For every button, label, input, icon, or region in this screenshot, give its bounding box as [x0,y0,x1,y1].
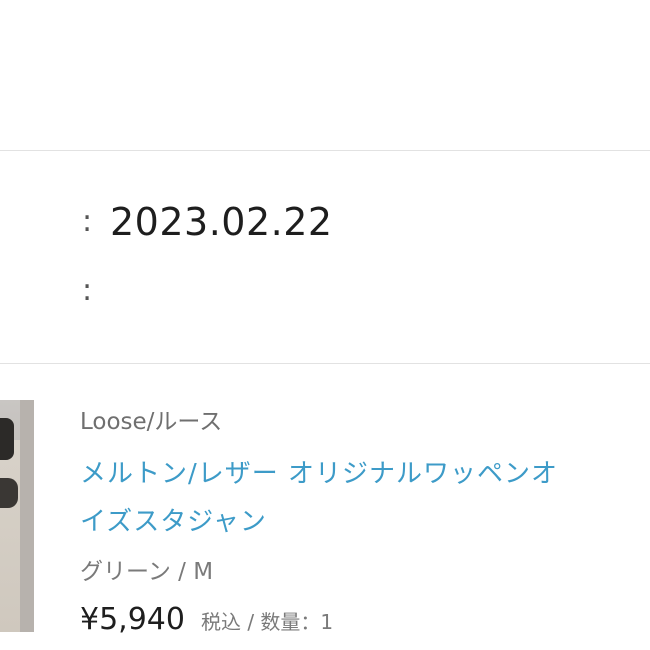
jacket-edge [20,400,34,632]
jacket-dark-patch [0,478,18,508]
product-variant: グリーン / M [80,559,214,585]
top-blank-area [0,0,650,150]
order-info-row: : [82,270,110,312]
order-info-colon: : [82,273,93,308]
price-tax-quantity: 税込 / 数量：1 [200,610,334,634]
product-title-link[interactable]: メルトン/レザー オリジナルワッペンオ [80,453,558,490]
price-row: ¥5,940 税込 / 数量：1 [80,602,333,637]
product-thumbnail[interactable] [0,400,34,632]
jacket-body-shape [0,440,20,632]
product-title-link[interactable]: イズスタジャン [80,501,267,538]
jacket-dark-patch [0,418,14,460]
product-brand: Loose/ルース [80,409,223,435]
order-date-row: : 2023.02.22 [82,198,333,246]
order-date-value: 2023.02.22 [110,200,333,244]
order-date-colon: : [82,204,93,239]
section-divider [0,363,650,364]
section-divider [0,150,650,151]
product-price: ¥5,940 [80,602,185,637]
